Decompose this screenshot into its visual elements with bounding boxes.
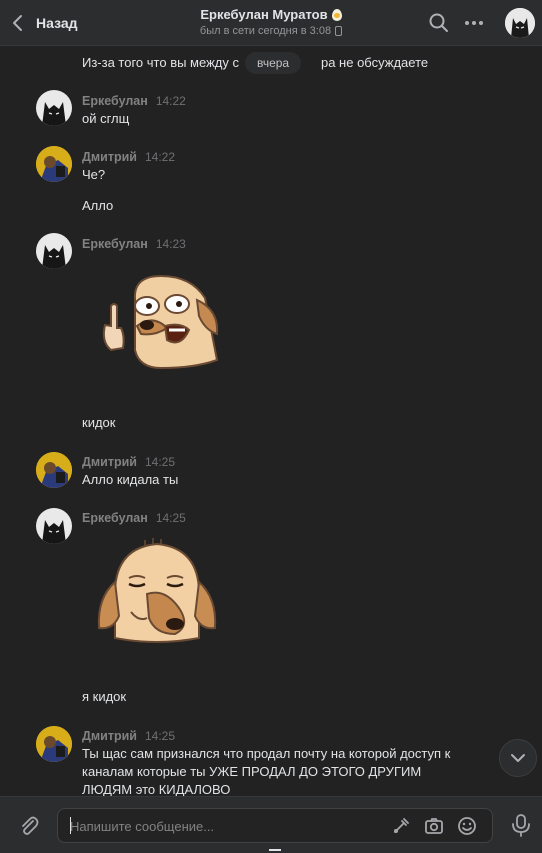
peer-name: Еркебулан Муратов <box>200 7 328 22</box>
date-divider: вчера <box>245 52 302 74</box>
message-input-box[interactable] <box>57 808 493 844</box>
message-author[interactable]: Еркебулан 14:23 <box>82 237 186 251</box>
microphone-icon[interactable] <box>510 813 532 837</box>
text-caret <box>70 817 71 834</box>
message-text: я кидок <box>82 689 127 704</box>
message-time: 14:25 <box>144 455 175 469</box>
message-time: 14:22 <box>155 94 186 108</box>
chevron-left-icon <box>13 15 22 31</box>
avatar[interactable] <box>36 452 72 488</box>
message-text: кидок <box>82 415 116 430</box>
avatar[interactable] <box>36 233 72 269</box>
more-icon[interactable] <box>463 12 485 34</box>
batman-avatar-icon <box>42 102 66 126</box>
user-photo-avatar-icon <box>36 726 72 762</box>
message-input[interactable] <box>68 809 372 844</box>
camera-icon[interactable] <box>424 816 444 836</box>
egg-emoji-icon <box>331 8 342 21</box>
message-time: 14:23 <box>155 237 186 251</box>
user-photo-avatar-icon <box>36 146 72 182</box>
avatar[interactable] <box>36 508 72 544</box>
batman-avatar-icon <box>42 245 66 269</box>
avatar[interactable] <box>36 90 72 126</box>
peer-avatar[interactable] <box>505 8 535 38</box>
scroll-down-button[interactable] <box>499 739 537 777</box>
message-text: ЛЮДЯМ это КИДАЛОВО <box>82 782 231 796</box>
home-indicator <box>269 849 281 851</box>
message-time: 14:25 <box>144 729 175 743</box>
back-button[interactable]: Назад <box>10 10 78 36</box>
avatar[interactable] <box>36 146 72 182</box>
search-icon[interactable] <box>428 12 450 34</box>
message-composer <box>0 796 542 853</box>
graffiti-brush-icon[interactable] <box>391 816 411 836</box>
message-text: Ты щас сам признался что продал почту на… <box>82 746 451 761</box>
chat-window: Назад Еркебулан Муратов был в сети сегод… <box>0 0 542 853</box>
message-author[interactable]: Дмитрий 14:25 <box>82 729 175 743</box>
user-photo-avatar-icon <box>36 452 72 488</box>
back-label: Назад <box>36 15 78 31</box>
batman-avatar-icon <box>42 520 66 544</box>
message-author[interactable]: Еркебулан 14:22 <box>82 94 186 108</box>
message-author[interactable]: Дмитрий 14:25 <box>82 455 175 469</box>
message-text: каналам которые ты УЖЕ ПРОДАЛ ДО ЭТОГО Д… <box>82 764 422 779</box>
avatar[interactable] <box>36 726 72 762</box>
peer-status: был в сети сегодня в 3:08 <box>199 25 332 37</box>
mobile-phone-icon <box>335 26 343 36</box>
message-author[interactable]: Еркебулан 14:25 <box>82 511 186 525</box>
message-time: 14:25 <box>155 511 186 525</box>
batman-avatar-icon <box>505 8 535 38</box>
message-time: 14:22 <box>144 150 175 164</box>
chevron-down-icon <box>511 754 525 762</box>
message-author[interactable]: Дмитрий 14:22 <box>82 150 175 164</box>
emoji-smile-icon[interactable] <box>457 816 477 836</box>
message-feed[interactable]: Из-за того что вы между с ра не обсуждает… <box>0 46 542 796</box>
message-text: ой сглщ <box>82 111 130 126</box>
dog-smug-sticker[interactable] <box>95 538 220 650</box>
paperclip-icon[interactable] <box>18 815 40 837</box>
message-text: Че? <box>82 167 106 182</box>
message-text: Алло <box>82 198 114 213</box>
message-text: Алло кидала ты <box>82 472 179 487</box>
dog-middle-finger-sticker[interactable] <box>95 270 225 372</box>
chat-header: Назад Еркебулан Муратов был в сети сегод… <box>0 0 542 46</box>
peer-info[interactable]: Еркебулан Муратов был в сети сегодня в 3… <box>160 7 382 37</box>
